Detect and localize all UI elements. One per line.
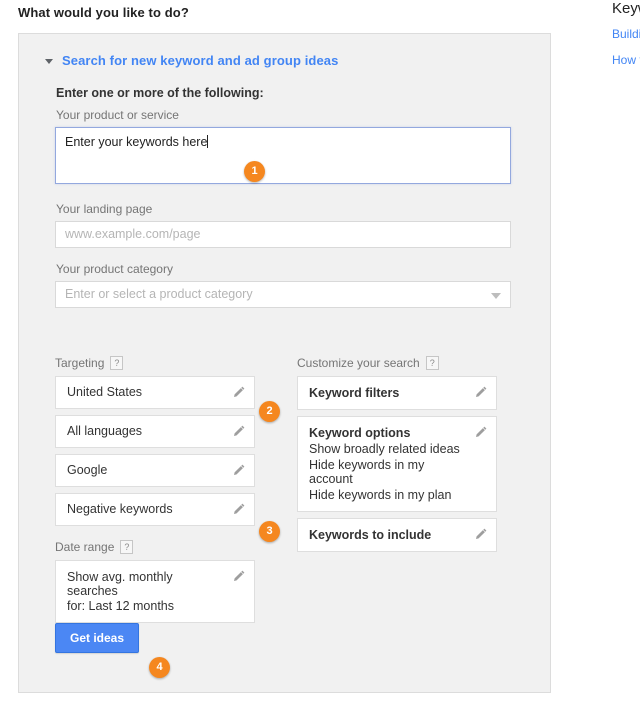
chevron-down-icon[interactable]: [491, 293, 501, 299]
date-range-value-line2: for: Last 12 months: [67, 599, 175, 613]
label-product-or-service: Your product or service: [56, 108, 179, 122]
pencil-icon[interactable]: [232, 385, 246, 399]
page-title: What would you like to do?: [18, 5, 189, 20]
section-header-label: Search for new keyword and ad group idea…: [62, 53, 339, 68]
keywords-to-include-row[interactable]: Keywords to include: [297, 518, 497, 552]
keyword-options-item: Hide keywords in my account: [309, 458, 425, 486]
targeting-row-label: Google: [67, 463, 108, 477]
targeting-row-languages[interactable]: All languages: [55, 415, 255, 448]
keywords-textarea[interactable]: Enter your keywords here: [55, 127, 511, 184]
pencil-icon[interactable]: [474, 385, 488, 399]
keyword-filters-title: Keyword filters: [309, 386, 400, 400]
customize-search-label: Customize your search ?: [297, 356, 497, 370]
section-header-search-ideas[interactable]: Search for new keyword and ad group idea…: [45, 53, 338, 68]
pencil-icon[interactable]: [232, 502, 246, 516]
step-badge-2: 2: [259, 401, 280, 422]
right-sidebar-title: Keyw: [612, 0, 640, 17]
step-badge-3: 3: [259, 521, 280, 542]
targeting-label-text: Targeting: [55, 356, 105, 370]
help-icon-customize-search[interactable]: ?: [425, 356, 439, 370]
pencil-icon[interactable]: [232, 463, 246, 477]
triangle-down-icon[interactable]: [45, 59, 53, 64]
landing-page-input[interactable]: www.example.com/page: [55, 221, 511, 248]
right-sidebar-link-howto[interactable]: How to: [612, 53, 640, 67]
targeting-row-label: All languages: [67, 424, 143, 438]
keywords-to-include-title: Keywords to include: [309, 528, 432, 542]
pencil-icon[interactable]: [232, 569, 246, 583]
targeting-label: Targeting ?: [55, 356, 255, 370]
targeting-row-label: Negative keywords: [67, 502, 173, 516]
pencil-icon[interactable]: [474, 425, 488, 439]
date-range-value-line1: Show avg. monthly searches: [67, 570, 173, 598]
targeting-row-network[interactable]: Google: [55, 454, 255, 487]
right-sidebar: Keyw Buildin How to: [612, 0, 640, 79]
help-icon-targeting[interactable]: ?: [110, 356, 124, 370]
keyword-filters-row[interactable]: Keyword filters: [297, 376, 497, 410]
step-badge-1: 1: [244, 161, 265, 182]
step-badge-4: 4: [149, 657, 170, 678]
pencil-icon[interactable]: [474, 527, 488, 541]
label-landing-page: Your landing page: [56, 202, 153, 216]
keyword-options-row[interactable]: Keyword options Show broadly related ide…: [297, 416, 497, 512]
help-icon-date-range[interactable]: ?: [120, 540, 134, 554]
product-category-placeholder: Enter or select a product category: [65, 287, 253, 301]
keyword-options-item: Show broadly related ideas: [309, 442, 460, 456]
product-category-input[interactable]: Enter or select a product category: [55, 281, 511, 308]
targeting-row-location[interactable]: United States: [55, 376, 255, 409]
text-caret: [207, 135, 209, 148]
customize-search-column: Customize your search ? Keyword filters …: [297, 356, 497, 558]
date-range-block: Date range ? Show avg. monthly searches …: [55, 540, 255, 623]
get-ideas-button[interactable]: Get ideas: [55, 623, 140, 653]
keyword-options-item: Hide keywords in my plan: [309, 488, 452, 502]
targeting-row-negative-keywords[interactable]: Negative keywords: [55, 493, 255, 526]
subheading: Enter one or more of the following:: [56, 86, 264, 100]
label-product-category: Your product category: [56, 262, 173, 276]
date-range-row[interactable]: Show avg. monthly searches for: Last 12 …: [55, 560, 255, 623]
targeting-row-label: United States: [67, 385, 143, 399]
targeting-column: Targeting ? United States All languages …: [55, 356, 255, 629]
customize-search-label-text: Customize your search: [297, 356, 420, 370]
date-range-label: Date range ?: [55, 540, 255, 554]
keyword-options-title: Keyword options: [309, 426, 411, 440]
search-ideas-panel: Search for new keyword and ad group idea…: [18, 33, 551, 693]
date-range-label-text: Date range: [55, 540, 115, 554]
keywords-textarea-value: Enter your keywords here: [65, 135, 208, 149]
pencil-icon[interactable]: [232, 424, 246, 438]
right-sidebar-link-building[interactable]: Buildin: [612, 27, 640, 41]
